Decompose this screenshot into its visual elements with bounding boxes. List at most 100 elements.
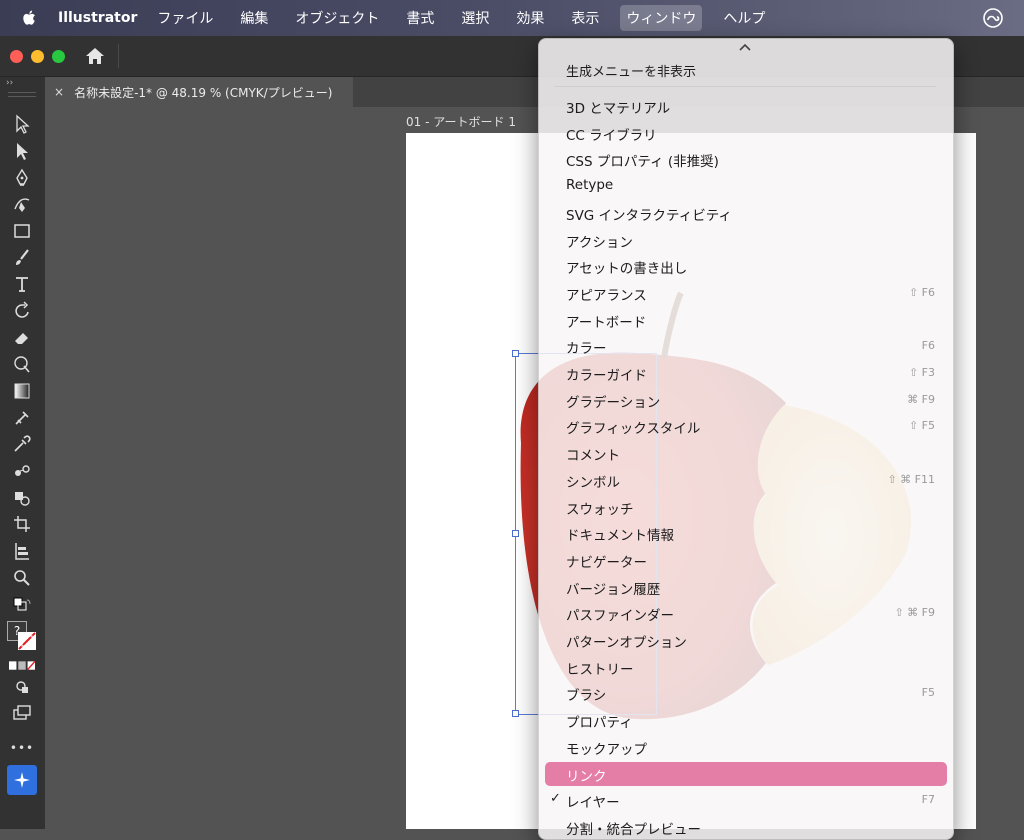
menu-item[interactable]: グラフィックスタイル ⇧ F5: [545, 414, 947, 438]
menu-item-label: アセットの書き出し: [566, 261, 688, 278]
zoom-tool-icon[interactable]: [9, 567, 35, 589]
menu-item[interactable]: 3D とマテリアル: [545, 94, 947, 118]
menu-item-label: 3D とマテリアル: [566, 101, 671, 117]
selection-handle[interactable]: [512, 350, 519, 357]
menu-item[interactable]: ✓ レイヤー F7: [545, 788, 947, 812]
menu-item-shortcut: ⇧ F3: [908, 366, 935, 379]
menu-item-label: ドキュメント情報: [566, 528, 674, 545]
menu-item-shortcut: F6: [921, 339, 935, 353]
blend-tool-icon[interactable]: [9, 460, 35, 482]
menu-view[interactable]: 表示: [565, 5, 605, 31]
menu-edit[interactable]: 編集: [234, 5, 274, 31]
menu-item-label: CSS プロパティ (非推奨): [566, 154, 719, 171]
menu-item[interactable]: パスファインダー ⇧ ⌘ F9: [545, 601, 947, 625]
menu-item[interactable]: モックアップ: [545, 735, 947, 759]
document-tab[interactable]: × 名称未設定-1* @ 48.19 % (CMYK/プレビュー): [45, 77, 353, 107]
menu-item-label: プロパティ: [566, 715, 633, 732]
menu-item-label: アピアランス: [566, 287, 647, 304]
menu-object[interactable]: オブジェクト: [289, 5, 385, 31]
menu-item[interactable]: アセットの書き出し: [545, 254, 947, 278]
menu-file[interactable]: ファイル: [151, 5, 219, 31]
menu-item[interactable]: ナビゲーター: [545, 548, 947, 572]
generative-ai-icon[interactable]: [7, 765, 37, 795]
menu-type[interactable]: 書式: [400, 5, 440, 31]
menu-select[interactable]: 選択: [455, 5, 495, 31]
menu-item[interactable]: ブラシ F5: [545, 681, 947, 705]
menu-item[interactable]: アートボード: [545, 308, 947, 332]
menu-item[interactable]: リンク: [545, 761, 947, 786]
eraser-tool-icon[interactable]: [9, 327, 35, 349]
menu-item[interactable]: スウォッチ: [545, 495, 947, 519]
paintbrush-tool-icon[interactable]: [9, 247, 35, 269]
close-window-button[interactable]: [10, 50, 23, 63]
shape-builder-tool-icon[interactable]: [9, 487, 35, 509]
menu-item[interactable]: Retype: [545, 174, 947, 198]
menu-item[interactable]: ヒストリー: [545, 655, 947, 679]
menu-item[interactable]: CSS プロパティ (非推奨): [545, 147, 947, 171]
menu-item[interactable]: カラーガイド ⇧ F3: [545, 361, 947, 385]
menu-item-label: スウォッチ: [566, 501, 634, 518]
eyedropper-tool-icon[interactable]: [9, 433, 35, 455]
menu-item[interactable]: パターンオプション: [545, 628, 947, 652]
curvature-tool-icon[interactable]: [9, 193, 35, 215]
color-mode-icons[interactable]: [9, 655, 35, 677]
menu-item-label: ブラシ: [566, 688, 607, 705]
menu-item-shortcut: ⌘ F9: [907, 392, 935, 406]
draw-mode-icon[interactable]: [9, 676, 35, 698]
menu-item[interactable]: カラー F6: [545, 334, 947, 358]
menu-effect[interactable]: 効果: [510, 5, 550, 31]
menu-item[interactable]: コメント: [545, 441, 947, 465]
default-fill-stroke-icon[interactable]: [9, 595, 35, 617]
scroll-up-icon[interactable]: [738, 42, 752, 52]
creative-cloud-icon[interactable]: [982, 8, 1004, 28]
close-tab-icon[interactable]: ×: [54, 85, 64, 99]
hide-generative-menu-item[interactable]: 生成メニューを非表示: [566, 61, 696, 80]
menu-item-label: パスファインダー: [566, 608, 674, 625]
mesh-tool-icon[interactable]: [9, 407, 35, 429]
screen-mode-icon[interactable]: [9, 702, 35, 724]
menu-item[interactable]: 分割・統合プレビュー: [545, 815, 947, 839]
menu-item-label: アートボード: [566, 314, 647, 331]
menu-item[interactable]: SVG インタラクティビティ: [545, 201, 947, 225]
pen-tool-icon[interactable]: [9, 167, 35, 189]
menu-help[interactable]: ヘルプ: [717, 5, 771, 31]
menu-item-label: シンボル: [566, 474, 620, 491]
menu-item[interactable]: ドキュメント情報: [545, 521, 947, 545]
menu-item-label: 分割・統合プレビュー: [566, 821, 701, 838]
menu-item[interactable]: プロパティ: [545, 708, 947, 732]
menu-item[interactable]: アピアランス ⇧ F6: [545, 281, 947, 305]
graph-tool-icon[interactable]: [9, 540, 35, 562]
menu-divider: [554, 86, 936, 87]
menu-item-shortcut: F5: [921, 686, 935, 700]
menu-item[interactable]: アクション: [545, 228, 947, 252]
menu-item[interactable]: バージョン履歴: [545, 575, 947, 599]
selection-handle[interactable]: [512, 710, 519, 717]
panel-grip[interactable]: [8, 92, 36, 97]
collapse-panel-icon[interactable]: ››: [6, 78, 13, 88]
menu-item[interactable]: シンボル ⇧ ⌘ F11: [545, 468, 947, 492]
selection-handle[interactable]: [512, 530, 519, 537]
stroke-swatch[interactable]: [18, 632, 36, 650]
puppet-warp-tool-icon[interactable]: [9, 353, 35, 375]
edit-toolbar-icon[interactable]: •••: [9, 737, 35, 759]
direct-selection-tool-icon[interactable]: [9, 140, 35, 162]
menu-window[interactable]: ウィンドウ: [620, 5, 703, 31]
artboard-tool-icon[interactable]: [9, 513, 35, 535]
menu-item-label: アクション: [566, 234, 633, 251]
rectangle-tool-icon[interactable]: [9, 220, 35, 242]
zoom-window-button[interactable]: [52, 50, 65, 63]
menu-item-label: ヒストリー: [566, 661, 634, 678]
selection-tool-icon[interactable]: [9, 113, 35, 135]
rotate-tool-icon[interactable]: [9, 300, 35, 322]
apple-menu-icon[interactable]: [20, 8, 40, 28]
titlebar-divider: [118, 44, 119, 68]
home-icon[interactable]: [84, 46, 106, 66]
type-tool-icon[interactable]: [9, 273, 35, 295]
minimize-window-button[interactable]: [31, 50, 44, 63]
menu-item[interactable]: CC ライブラリ: [545, 121, 947, 145]
app-name[interactable]: Illustrator: [58, 10, 137, 26]
menu-item-label: CC ライブラリ: [566, 127, 657, 144]
menu-bar: Illustrator ファイル 編集 オブジェクト 書式 選択 効果 表示 ウ…: [0, 0, 1024, 36]
menu-item[interactable]: グラデーション ⌘ F9: [545, 388, 947, 412]
gradient-tool-icon[interactable]: [9, 380, 35, 402]
